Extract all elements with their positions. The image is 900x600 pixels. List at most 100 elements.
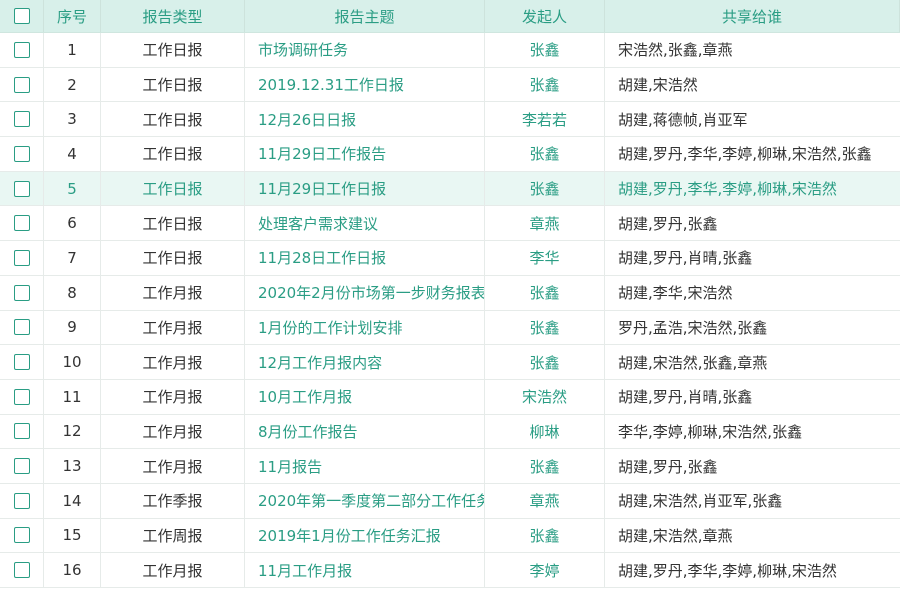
row-initiator: 张鑫 [485, 518, 605, 553]
row-share: 罗丹,孟浩,宋浩然,张鑫 [618, 318, 768, 337]
row-checkbox[interactable] [13, 527, 30, 544]
row-checkbox-cell [0, 137, 44, 171]
row-topic-cell: 2019.12.31工作日报 [245, 67, 485, 102]
header-no[interactable]: 序号 [44, 0, 101, 32]
table-row[interactable]: 4 工作日报 11月29日工作报告 张鑫 胡建,罗丹,李华,李婷,柳琳,宋浩然,… [0, 137, 900, 172]
table-header: 序号 报告类型 报告主题 发起人 共享给谁 [0, 0, 900, 33]
report-grid: 序号 报告类型 报告主题 发起人 共享给谁 1 工作日报 市场调研任务 张鑫 宋… [0, 0, 900, 600]
row-topic-link[interactable]: 2019年1月份工作任务汇报 [258, 525, 441, 546]
header-share[interactable]: 共享给谁 [605, 0, 900, 32]
row-type: 工作日报 [101, 171, 245, 206]
row-checkbox[interactable] [13, 284, 30, 301]
row-checkbox[interactable] [13, 145, 30, 162]
row-share-cell: 宋浩然,张鑫,章燕 [605, 33, 900, 67]
row-checkbox[interactable] [13, 388, 30, 405]
row-type: 工作日报 [101, 102, 245, 137]
row-topic-cell: 2020年2月份市场第一步财务报表 [245, 275, 485, 310]
row-topic-link[interactable]: 1月份的工作计划安排 [258, 317, 403, 338]
row-share-cell: 胡建,罗丹,肖晴,张鑫 [605, 241, 900, 275]
table-row[interactable]: 12 工作月报 8月份工作报告 柳琳 李华,李婷,柳琳,宋浩然,张鑫 [0, 414, 900, 450]
row-share-cell: 胡建,罗丹,肖晴,张鑫 [605, 380, 900, 414]
row-topic-link[interactable]: 市场调研任务 [258, 39, 348, 60]
row-checkbox[interactable] [13, 319, 30, 336]
row-initiator: 李华 [485, 241, 605, 275]
table-row[interactable]: 5 工作日报 11月29日工作日报 张鑫 胡建,罗丹,李华,李婷,柳琳,宋浩然 [0, 171, 900, 207]
row-no: 2 [44, 67, 101, 102]
row-topic-cell: 市场调研任务 [245, 33, 485, 67]
row-initiator: 张鑫 [485, 67, 605, 102]
row-initiator: 张鑫 [485, 345, 605, 379]
row-checkbox[interactable] [13, 423, 30, 440]
row-type: 工作月报 [101, 310, 245, 345]
row-initiator: 张鑫 [485, 137, 605, 171]
row-checkbox-cell [0, 67, 44, 102]
row-no: 4 [44, 137, 101, 171]
row-topic-link[interactable]: 2019.12.31工作日报 [258, 74, 404, 95]
row-no: 12 [44, 414, 101, 449]
row-initiator: 张鑫 [485, 33, 605, 67]
row-topic-cell: 12月26日日报 [245, 102, 485, 137]
row-topic-link[interactable]: 12月工作月报内容 [258, 352, 382, 373]
row-checkbox[interactable] [13, 249, 30, 266]
table-row[interactable]: 14 工作季报 2020年第一季度第二部分工作任务 章燕 胡建,宋浩然,肖亚军,… [0, 483, 900, 519]
select-all-checkbox[interactable] [13, 8, 30, 24]
row-topic-cell: 11月29日工作日报 [245, 171, 485, 206]
row-checkbox[interactable] [13, 458, 30, 475]
row-checkbox[interactable] [13, 492, 30, 509]
table-row[interactable]: 16 工作月报 11月工作月报 李婷 胡建,罗丹,李华,李婷,柳琳,宋浩然 [0, 553, 900, 588]
row-topic-link[interactable]: 11月工作月报 [258, 560, 352, 581]
header-initiator[interactable]: 发起人 [485, 0, 605, 32]
row-checkbox[interactable] [13, 76, 30, 93]
row-no: 3 [44, 102, 101, 137]
row-share: 胡建,罗丹,李华,李婷,柳琳,宋浩然,张鑫 [618, 145, 872, 164]
row-topic-link[interactable]: 11月28日工作日报 [258, 247, 386, 268]
row-share-cell: 胡建,蒋德帧,肖亚军 [605, 102, 900, 136]
row-checkbox[interactable] [13, 111, 30, 128]
row-topic-link[interactable]: 8月份工作报告 [258, 421, 358, 442]
row-topic-link[interactable]: 11月29日工作报告 [258, 143, 386, 164]
table-row[interactable]: 2 工作日报 2019.12.31工作日报 张鑫 胡建,宋浩然 [0, 67, 900, 103]
row-share-cell: 胡建,李华,宋浩然 [605, 276, 900, 310]
row-no: 1 [44, 33, 101, 67]
header-type[interactable]: 报告类型 [101, 0, 245, 32]
row-initiator: 张鑫 [485, 171, 605, 206]
row-topic-link[interactable]: 2020年2月份市场第一步财务报表 [258, 282, 484, 303]
table-row[interactable]: 10 工作月报 12月工作月报内容 张鑫 胡建,宋浩然,张鑫,章燕 [0, 345, 900, 380]
header-topic[interactable]: 报告主题 [245, 0, 485, 32]
row-topic-link[interactable]: 2020年第一季度第二部分工作任务 [258, 490, 484, 511]
row-topic-link[interactable]: 11月29日工作日报 [258, 178, 386, 199]
row-type: 工作月报 [101, 275, 245, 310]
row-topic-link[interactable]: 12月26日日报 [258, 109, 356, 130]
row-no: 8 [44, 275, 101, 310]
table-row[interactable]: 1 工作日报 市场调研任务 张鑫 宋浩然,张鑫,章燕 [0, 33, 900, 68]
row-checkbox-cell [0, 171, 44, 206]
row-topic-link[interactable]: 处理客户需求建议 [258, 213, 378, 234]
row-topic-link[interactable]: 10月工作月报 [258, 386, 352, 407]
row-share: 胡建,罗丹,张鑫 [618, 457, 718, 476]
row-topic-cell: 2019年1月份工作任务汇报 [245, 518, 485, 553]
row-checkbox-cell [0, 518, 44, 553]
table-row[interactable]: 13 工作月报 11月报告 张鑫 胡建,罗丹,张鑫 [0, 449, 900, 484]
row-checkbox[interactable] [13, 215, 30, 232]
row-checkbox[interactable] [13, 562, 30, 579]
row-share: 胡建,李华,宋浩然 [618, 284, 733, 303]
row-topic-link[interactable]: 11月报告 [258, 456, 322, 477]
row-share-cell: 胡建,罗丹,李华,李婷,柳琳,宋浩然 [605, 172, 900, 206]
row-checkbox[interactable] [13, 354, 30, 371]
row-type: 工作月报 [101, 414, 245, 449]
row-initiator: 章燕 [485, 483, 605, 518]
row-checkbox-cell [0, 275, 44, 310]
row-share: 李华,李婷,柳琳,宋浩然,张鑫 [618, 422, 803, 441]
row-no: 13 [44, 449, 101, 483]
table-row[interactable]: 8 工作月报 2020年2月份市场第一步财务报表 张鑫 胡建,李华,宋浩然 [0, 275, 900, 311]
row-checkbox[interactable] [13, 180, 30, 197]
table-row[interactable]: 3 工作日报 12月26日日报 李若若 胡建,蒋德帧,肖亚军 [0, 102, 900, 138]
table-row[interactable]: 7 工作日报 11月28日工作日报 李华 胡建,罗丹,肖晴,张鑫 [0, 241, 900, 276]
row-initiator: 李婷 [485, 553, 605, 587]
table-row[interactable]: 15 工作周报 2019年1月份工作任务汇报 张鑫 胡建,宋浩然,章燕 [0, 518, 900, 554]
table-row[interactable]: 6 工作日报 处理客户需求建议 章燕 胡建,罗丹,张鑫 [0, 206, 900, 242]
row-checkbox[interactable] [13, 41, 30, 58]
table-row[interactable]: 9 工作月报 1月份的工作计划安排 张鑫 罗丹,孟浩,宋浩然,张鑫 [0, 310, 900, 346]
row-topic-cell: 8月份工作报告 [245, 414, 485, 449]
table-row[interactable]: 11 工作月报 10月工作月报 宋浩然 胡建,罗丹,肖晴,张鑫 [0, 379, 900, 415]
